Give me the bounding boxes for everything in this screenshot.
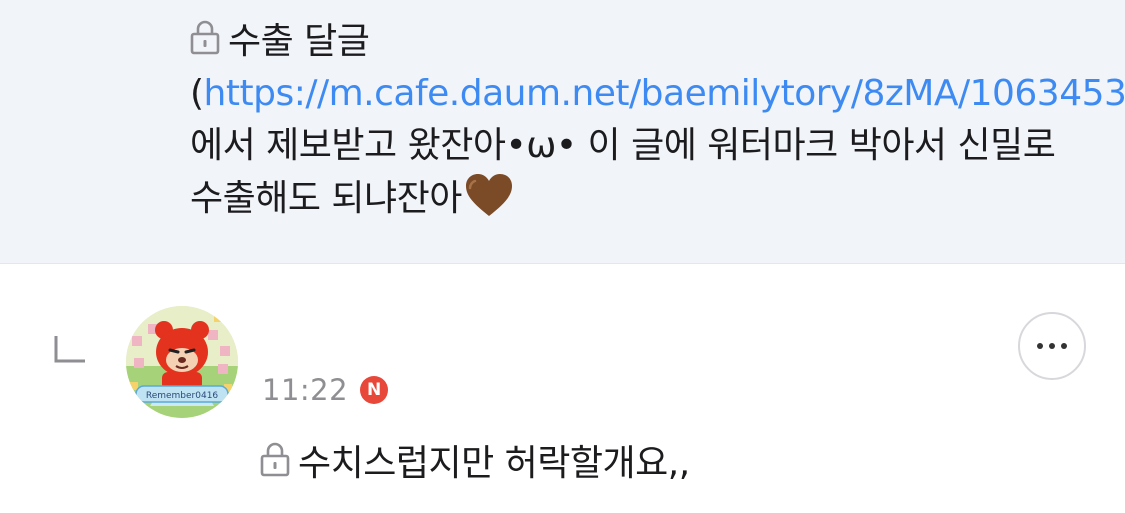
parent-comment: 수출 달글(https://m.cafe.daum.net/baemilytor… [0,0,1125,264]
reply-time: 11:22 [262,373,349,407]
reply-meta: 11:22 N [262,368,389,412]
reply-body: 수치스럽지만 허락할개요,, [260,434,690,486]
parent-link[interactable]: https://m.cafe.daum.net/baemilytory/8zMA… [204,73,1125,114]
more-button[interactable] [1018,312,1086,380]
more-icon [1037,343,1043,349]
reply-text: 수치스럽지만 허락할개요,, [298,443,690,484]
brown-heart-icon [465,174,512,216]
lock-icon [190,20,220,55]
parent-comment-body: 수출 달글(https://m.cafe.daum.net/baemilytor… [190,16,1125,225]
avatar[interactable]: Remember0416 [126,306,238,418]
lock-icon [260,442,290,477]
reply-comment: Remember0416 11:22 N 수치스럽지만 허락할개요,, [0,264,1125,513]
reply-arrow-icon [54,336,85,363]
new-badge: N [360,376,389,404]
svg-text:Remember0416: Remember0416 [146,391,219,401]
